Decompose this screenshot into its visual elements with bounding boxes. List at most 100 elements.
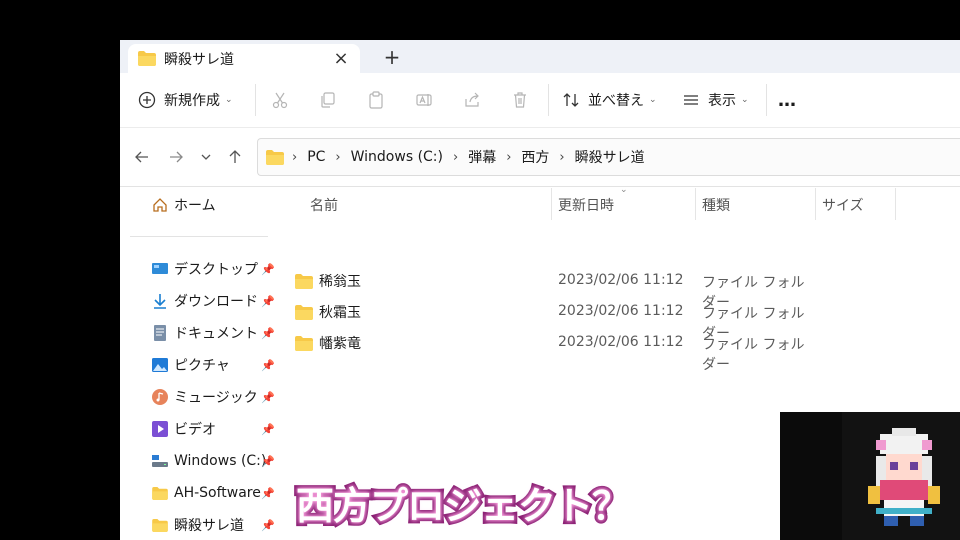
file-row[interactable]: 幡紫竜 2023/02/06 11:12 ファイル フォルダー: [295, 330, 815, 373]
file-date: 2023/02/06 11:12: [558, 303, 684, 319]
up-button[interactable]: [223, 145, 247, 169]
pixel-character-image: [842, 412, 960, 540]
file-name-cell: 秋霜玉: [295, 302, 361, 322]
file-type: ファイル フォルダー: [702, 337, 805, 373]
sidebar-item-shunsatsu[interactable]: 瞬殺サレ道: [152, 513, 244, 537]
pin-icon[interactable]: 📌: [261, 391, 275, 404]
sidebar-item-music[interactable]: ミュージック: [152, 385, 258, 409]
music-icon: [152, 389, 168, 405]
cut-button[interactable]: [266, 86, 294, 114]
column-divider[interactable]: [895, 188, 896, 220]
sidebar-item-label: 瞬殺サレ道: [174, 518, 244, 534]
folder-icon: [295, 304, 313, 320]
pin-icon[interactable]: 📌: [261, 295, 275, 308]
sort-icon: [563, 93, 579, 107]
breadcrumb-seihou[interactable]: 西方: [521, 147, 549, 167]
sidebar-item-label: デスクトップ: [174, 262, 258, 278]
folder-icon: [266, 149, 284, 165]
pin-icon[interactable]: 📌: [261, 423, 275, 436]
column-header-size[interactable]: サイズ: [822, 194, 864, 216]
tab-current-folder[interactable]: 瞬殺サレ道 ×: [128, 44, 360, 73]
more-dots-icon: …: [778, 89, 797, 111]
back-button[interactable]: [130, 145, 154, 169]
download-icon: [152, 293, 168, 309]
breadcrumb-drive[interactable]: Windows (C:): [351, 149, 443, 165]
tab-title: 瞬殺サレ道: [164, 51, 234, 68]
more-options-button[interactable]: …: [778, 86, 797, 114]
forward-button[interactable]: [164, 145, 188, 169]
sidebar-item-label: ビデオ: [174, 422, 216, 438]
breadcrumb-current[interactable]: 瞬殺サレ道: [575, 147, 645, 167]
column-divider[interactable]: [815, 188, 816, 220]
sidebar-item-drive-c[interactable]: Windows (C:): [152, 449, 266, 473]
recent-locations-button[interactable]: [194, 145, 218, 169]
navigation-bar: › PC › Windows (C:) › 弾幕 › 西方 › 瞬殺サレ道: [120, 127, 960, 187]
sidebar-item-desktop[interactable]: デスクトップ: [152, 257, 258, 281]
rename-button[interactable]: [410, 86, 438, 114]
breadcrumb-danmaku[interactable]: 弾幕: [468, 147, 496, 167]
picture-icon: [152, 357, 168, 373]
chevron-down-icon: [201, 154, 211, 160]
delete-button[interactable]: [506, 86, 534, 114]
trash-icon: [506, 86, 534, 114]
sort-button[interactable]: 並べ替え ⌄: [562, 86, 657, 114]
new-tab-button[interactable]: +: [380, 45, 404, 69]
pin-icon[interactable]: 📌: [261, 359, 275, 372]
pin-icon[interactable]: 📌: [261, 327, 275, 340]
chevron-right-icon: ›: [559, 149, 565, 165]
sidebar-item-ah-software[interactable]: AH-Software: [152, 481, 261, 505]
view-button-label: 表示: [708, 93, 736, 109]
chevron-right-icon: ›: [453, 149, 459, 165]
column-header-date[interactable]: 更新日時: [558, 194, 614, 216]
column-divider[interactable]: [695, 188, 696, 220]
sidebar-item-documents[interactable]: ドキュメント: [152, 321, 258, 345]
chevron-right-icon: ›: [335, 149, 341, 165]
sidebar-item-home[interactable]: ホーム: [152, 193, 216, 217]
view-list-icon: [684, 95, 698, 105]
new-button[interactable]: 新規作成 ⌄: [138, 86, 233, 114]
file-row[interactable]: 秋霜玉 2023/02/06 11:12 ファイル フォルダー: [295, 299, 815, 342]
sidebar-item-label: ダウンロード: [174, 294, 258, 310]
sidebar-item-label: Windows (C:): [174, 453, 267, 469]
file-name-cell: 幡紫竜: [295, 333, 361, 353]
video-icon: [152, 421, 168, 437]
copy-button[interactable]: [314, 86, 342, 114]
toolbar-divider: [255, 84, 256, 116]
rename-icon: [410, 86, 438, 114]
pin-icon[interactable]: 📌: [261, 455, 275, 468]
file-date: 2023/02/06 11:12: [558, 334, 684, 350]
view-button[interactable]: 表示 ⌄: [682, 86, 749, 114]
arrow-right-icon: [170, 151, 183, 163]
chevron-right-icon: ›: [292, 149, 298, 165]
folder-icon: [152, 517, 168, 533]
address-bar[interactable]: › PC › Windows (C:) › 弾幕 › 西方 › 瞬殺サレ道: [257, 138, 960, 176]
folder-icon: [138, 51, 156, 66]
file-name: 秋霜玉: [319, 305, 361, 321]
sort-caret-icon: ⌄: [620, 185, 628, 195]
pin-icon[interactable]: 📌: [261, 487, 275, 500]
sidebar-item-downloads[interactable]: ダウンロード: [152, 289, 258, 313]
sidebar-item-videos[interactable]: ビデオ: [152, 417, 216, 441]
document-icon: [152, 325, 168, 341]
column-header-type[interactable]: 種類: [702, 194, 730, 216]
sidebar-item-pictures[interactable]: ピクチャ: [152, 353, 230, 377]
drive-icon: [152, 453, 168, 469]
folder-icon: [295, 273, 313, 289]
share-button[interactable]: [458, 86, 486, 114]
column-divider[interactable]: [551, 188, 552, 220]
tab-bar: 瞬殺サレ道 × +: [120, 40, 960, 73]
copy-icon: [314, 86, 342, 114]
close-tab-icon[interactable]: ×: [330, 47, 352, 69]
folder-icon: [295, 335, 313, 351]
command-bar: 新規作成 ⌄ 並べ替え ⌄ 表示 ⌄ …: [120, 73, 960, 127]
paste-button[interactable]: [362, 86, 390, 114]
chevron-down-icon: ⌄: [649, 95, 657, 105]
column-header-name[interactable]: 名前: [310, 194, 338, 216]
breadcrumb-pc[interactable]: PC: [307, 149, 325, 165]
pin-icon[interactable]: 📌: [261, 519, 275, 532]
chevron-right-icon: ›: [506, 149, 512, 165]
file-row[interactable]: 稀翁玉 2023/02/06 11:12 ファイル フォルダー: [295, 268, 815, 311]
pin-icon[interactable]: 📌: [261, 263, 275, 276]
streamer-avatar-overlay: [780, 412, 960, 540]
file-name-cell: 稀翁玉: [295, 271, 361, 291]
